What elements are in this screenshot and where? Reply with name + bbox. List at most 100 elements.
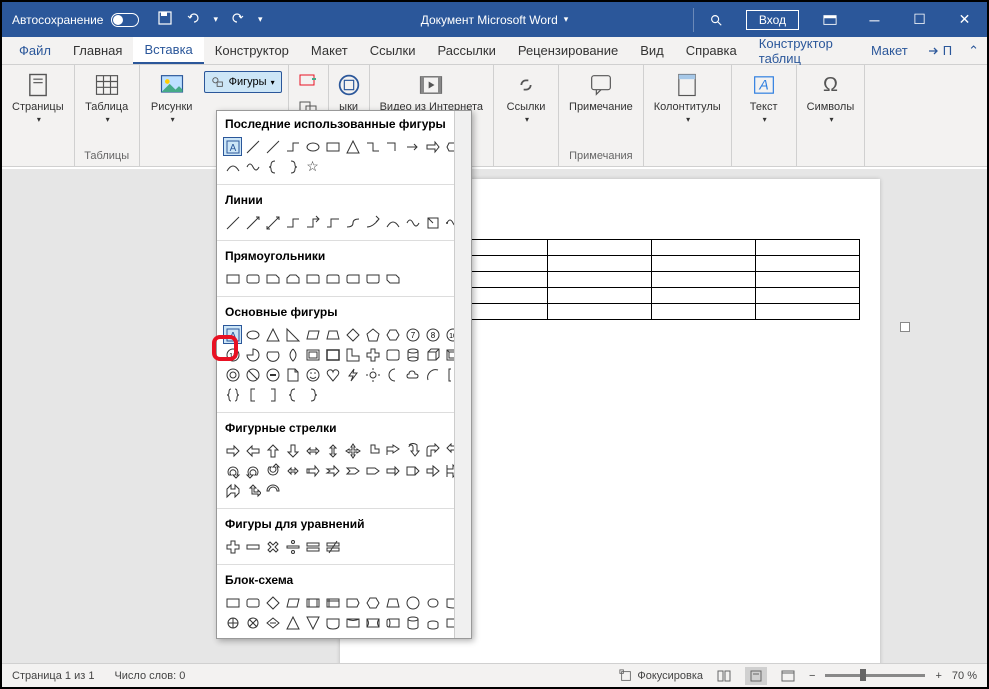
zoom-in-button[interactable]: +	[935, 670, 941, 682]
comment-button[interactable]: Примечание	[565, 69, 637, 115]
ribbon-collapse-icon[interactable]: ⌃	[960, 37, 987, 64]
view-print-icon[interactable]	[745, 667, 767, 685]
tab-review[interactable]: Рецензирование	[507, 37, 629, 64]
arrow-11[interactable]	[423, 441, 442, 460]
basic-textbox[interactable]: A	[223, 325, 242, 344]
basic-frame[interactable]	[303, 345, 322, 364]
shape-rect[interactable]	[323, 137, 342, 156]
line-8[interactable]	[363, 213, 382, 232]
pages-button[interactable]: Страницы▾	[8, 69, 68, 126]
shape-brace-r[interactable]	[283, 157, 302, 176]
fc-2[interactable]	[243, 593, 262, 612]
line-6[interactable]	[323, 213, 342, 232]
view-web-icon[interactable]	[777, 667, 799, 685]
fc-7[interactable]	[343, 593, 362, 612]
tab-help[interactable]: Справка	[675, 37, 748, 64]
shape-curve[interactable]	[223, 157, 242, 176]
shape-brace-l[interactable]	[263, 157, 282, 176]
partial-button[interactable]: ыки	[331, 69, 367, 115]
rect-1[interactable]	[223, 269, 242, 288]
zoom-level[interactable]: 70 %	[952, 670, 977, 682]
search-button[interactable]	[693, 8, 738, 32]
arrow-d3[interactable]	[263, 481, 282, 500]
shape-connector[interactable]	[283, 137, 302, 156]
shape-arrow-block[interactable]	[423, 137, 442, 156]
rect-7[interactable]	[343, 269, 362, 288]
rect-6[interactable]	[323, 269, 342, 288]
basic-trap[interactable]	[323, 325, 342, 344]
rect-3[interactable]	[263, 269, 282, 288]
arrow-9[interactable]	[383, 441, 402, 460]
basic-plaque[interactable]	[383, 345, 402, 364]
line-3[interactable]	[263, 213, 282, 232]
basic-fold[interactable]	[283, 365, 302, 384]
fc-22[interactable]	[403, 613, 422, 632]
status-page[interactable]: Страница 1 из 1	[12, 670, 94, 682]
tab-mailings[interactable]: Рассылки	[426, 37, 506, 64]
shapes-button[interactable]: Фигуры ▾	[204, 71, 282, 93]
basic-bolt[interactable]	[343, 365, 362, 384]
tab-view[interactable]: Вид	[629, 37, 675, 64]
login-button[interactable]: Вход	[746, 10, 799, 30]
fc-21[interactable]	[383, 613, 402, 632]
arrow-u[interactable]	[263, 441, 282, 460]
arrow-c9[interactable]	[383, 461, 402, 480]
arrow-c10[interactable]	[403, 461, 422, 480]
basic-diamond[interactable]	[343, 325, 362, 344]
fc-19[interactable]	[343, 613, 362, 632]
arrow-lr[interactable]	[303, 441, 322, 460]
shape-elbow2[interactable]	[383, 137, 402, 156]
basic-lbrk[interactable]	[243, 385, 262, 404]
redo-icon[interactable]	[230, 10, 246, 29]
undo-icon[interactable]	[185, 10, 201, 29]
fc-6[interactable]	[323, 593, 342, 612]
fc-12[interactable]	[443, 593, 462, 612]
qat-caret-icon[interactable]: ▾	[213, 14, 218, 25]
pictures-button[interactable]: Рисунки▾	[146, 69, 198, 126]
shape-line[interactable]	[243, 137, 262, 156]
shape-freeform[interactable]	[243, 157, 262, 176]
basic-moon[interactable]	[383, 365, 402, 384]
basic-rtri[interactable]	[283, 325, 302, 344]
line-4[interactable]	[283, 213, 302, 232]
basic-lbrc[interactable]	[283, 385, 302, 404]
fc-3[interactable]	[263, 593, 282, 612]
arrow-12[interactable]	[443, 441, 462, 460]
basic-cube[interactable]	[423, 345, 442, 364]
headers-button[interactable]: Колонтитулы▾	[650, 69, 725, 126]
fc-14[interactable]	[243, 613, 262, 632]
zoom-out-button[interactable]: −	[809, 670, 815, 682]
fc-23[interactable]	[423, 613, 442, 632]
basic-rbrc[interactable]	[303, 385, 322, 404]
arrow-c4[interactable]	[283, 461, 302, 480]
fc-24[interactable]	[443, 613, 462, 632]
fc-16[interactable]	[283, 613, 302, 632]
basic-oct[interactable]: 8	[423, 325, 442, 344]
arrow-c6[interactable]	[323, 461, 342, 480]
tab-home[interactable]: Главная	[62, 37, 133, 64]
line-12[interactable]	[443, 213, 462, 232]
eq-plus[interactable]	[223, 537, 242, 556]
rect-2[interactable]	[243, 269, 262, 288]
share-icon[interactable]: П	[919, 37, 960, 64]
arrow-c3[interactable]	[263, 461, 282, 480]
fc-18[interactable]	[323, 613, 342, 632]
basic-para[interactable]	[303, 325, 322, 344]
arrow-10[interactable]	[403, 441, 422, 460]
shape-textbox[interactable]: A	[223, 137, 242, 156]
arrow-c7[interactable]	[343, 461, 362, 480]
eq-times[interactable]	[263, 537, 282, 556]
status-words[interactable]: Число слов: 0	[114, 670, 185, 682]
line-2[interactable]	[243, 213, 262, 232]
fc-5[interactable]	[303, 593, 322, 612]
shape-triangle[interactable]	[343, 137, 362, 156]
basic-sun[interactable]	[363, 365, 382, 384]
shape-arrow[interactable]	[403, 137, 422, 156]
basic-noentry[interactable]	[243, 365, 262, 384]
arrow-d[interactable]	[283, 441, 302, 460]
line-10[interactable]	[403, 213, 422, 232]
rect-4[interactable]	[283, 269, 302, 288]
basic-pentagon[interactable]	[363, 325, 382, 344]
fc-20[interactable]	[363, 613, 382, 632]
arrow-d1[interactable]	[223, 481, 242, 500]
